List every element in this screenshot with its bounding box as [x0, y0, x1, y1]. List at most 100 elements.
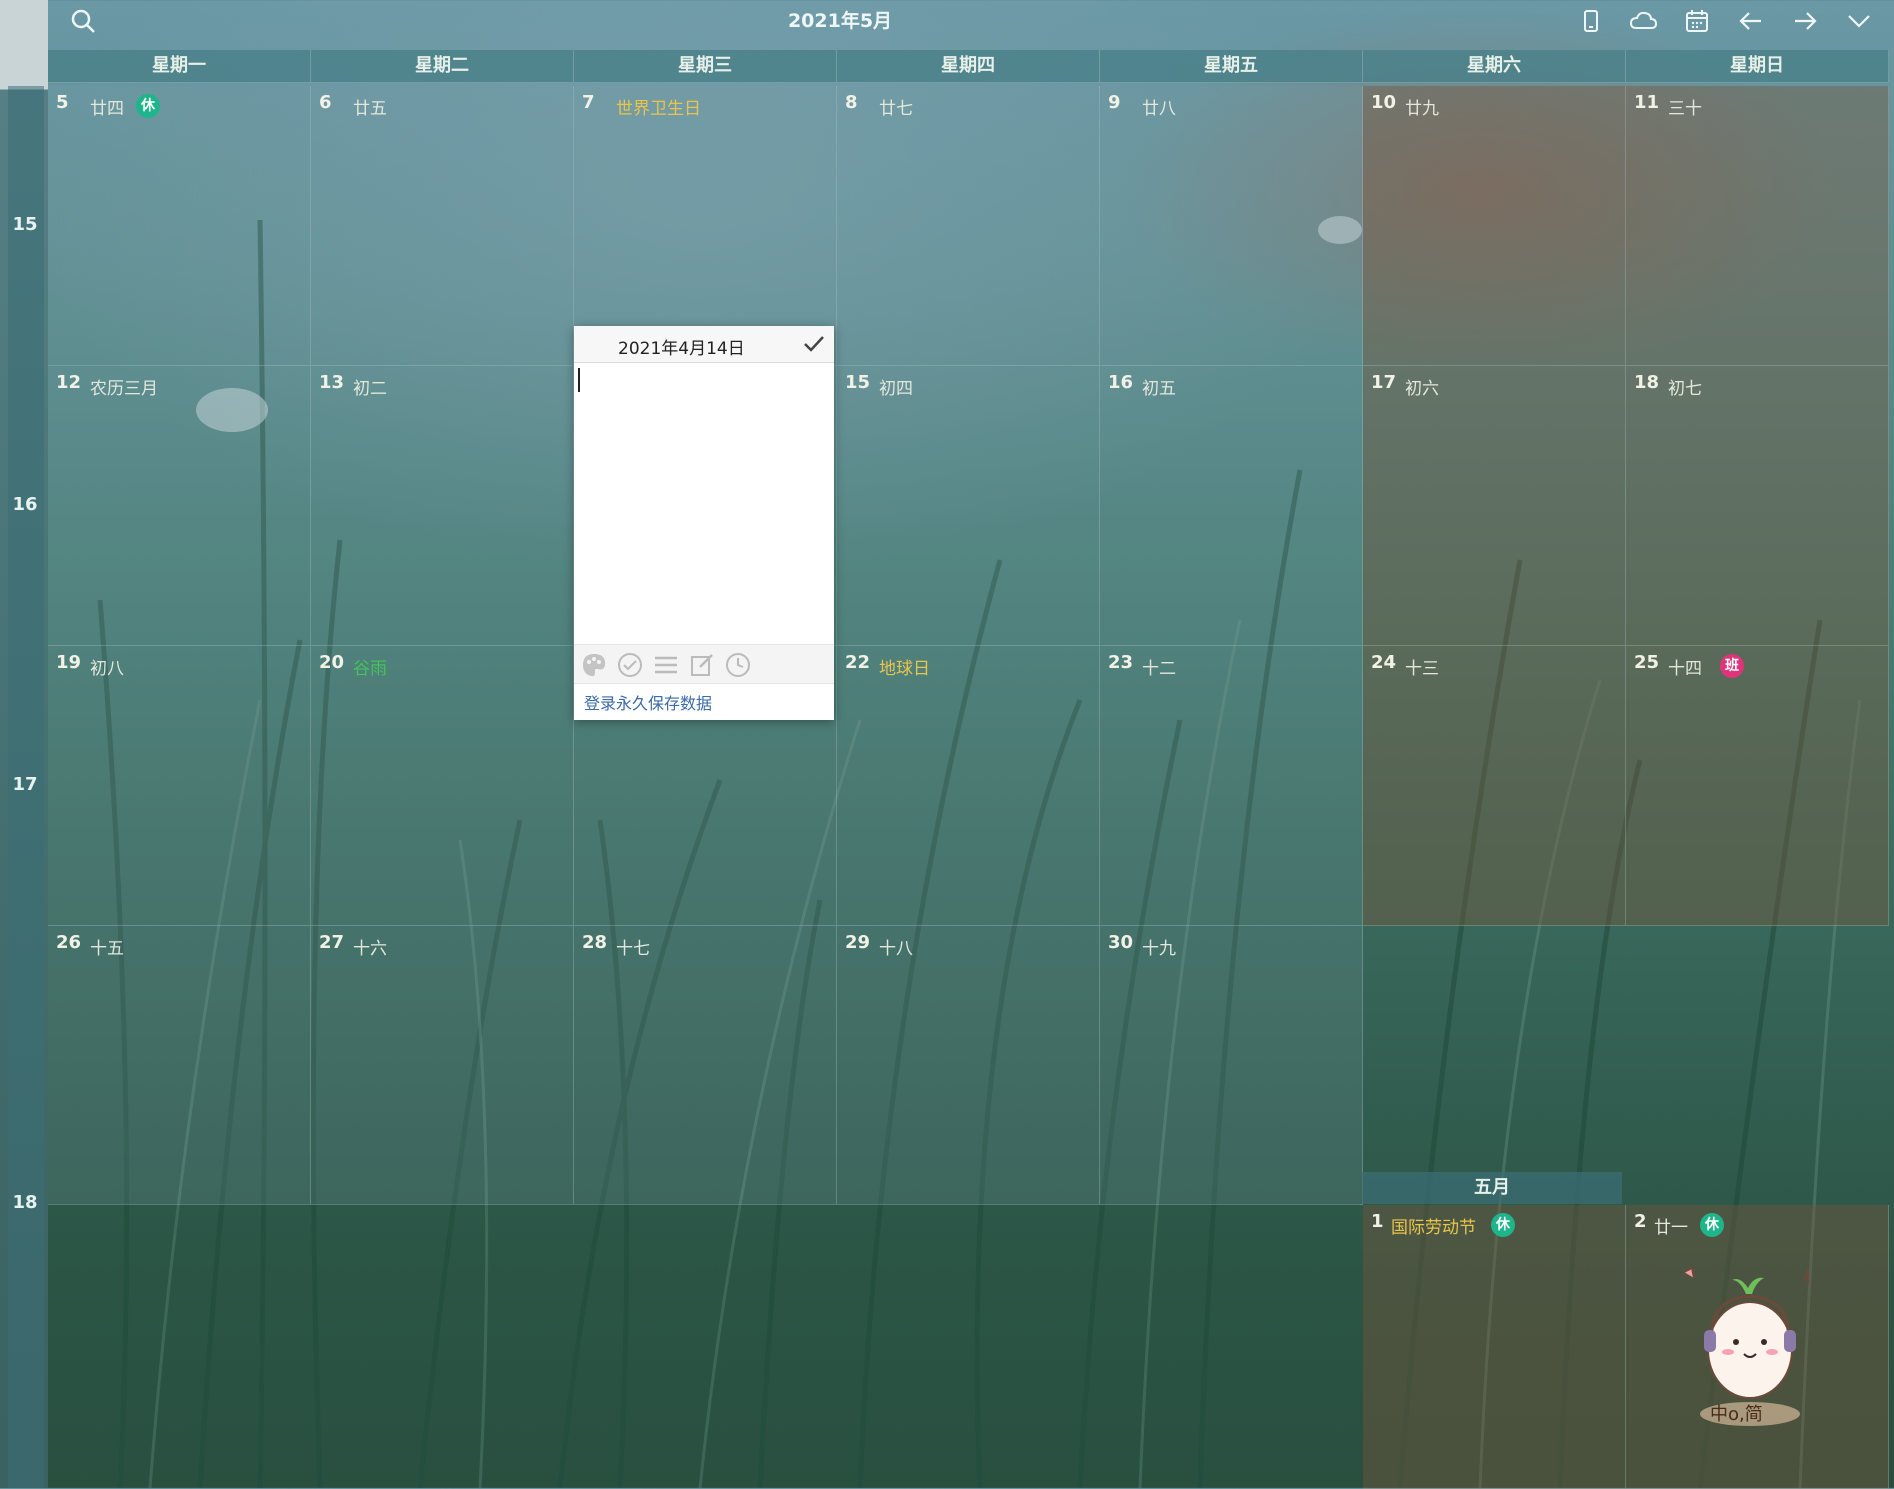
phone-icon[interactable]	[1576, 6, 1606, 36]
day-cell[interactable]: 6 廿五	[311, 86, 574, 366]
festival-label: 世界卫生日	[616, 99, 701, 119]
lunar-date: 廿一	[1654, 1218, 1688, 1238]
solar-term-label: 谷雨	[353, 659, 387, 679]
palette-icon[interactable]	[580, 651, 608, 679]
day-number: 19	[56, 652, 82, 673]
mascot-caption: 中o,简	[1710, 1404, 1763, 1425]
day-cell[interactable]: 15 初四	[837, 366, 1100, 646]
day-cell[interactable]: 27 十六	[311, 926, 574, 1205]
day-number: 10	[1371, 92, 1397, 113]
weekday-header: 星期六	[1363, 50, 1626, 83]
month-title[interactable]: 2021年5月	[760, 6, 920, 33]
day-cell[interactable]: 5 廿四 休	[48, 86, 311, 366]
lunar-date: 廿八	[1142, 99, 1176, 119]
top-toolbar: 2021年5月	[0, 0, 1894, 48]
day-number: 29	[845, 932, 871, 953]
holiday-badge: 休	[1491, 1213, 1515, 1237]
day-number: 9	[1108, 92, 1121, 113]
day-cell[interactable]: 7 世界卫生日	[574, 86, 837, 366]
weekday-header: 星期二	[311, 50, 574, 83]
day-cell[interactable]: 29 十八	[837, 926, 1100, 1205]
lunar-date: 农历三月	[90, 379, 158, 399]
lunar-date: 初六	[1405, 379, 1439, 399]
weekday-header: 星期一	[48, 50, 311, 83]
weekday-header: 星期四	[837, 50, 1100, 83]
lunar-date: 廿九	[1405, 99, 1439, 119]
chevron-down-icon[interactable]	[1844, 6, 1874, 36]
day-number: 27	[319, 932, 345, 953]
workday-badge: 班	[1720, 654, 1744, 678]
lunar-date: 初五	[1142, 379, 1176, 399]
next-month-label: 五月	[1362, 1172, 1622, 1204]
festival-label: 地球日	[879, 659, 930, 679]
lunar-date: 三十	[1668, 99, 1702, 119]
day-cell[interactable]: 16 初五	[1100, 366, 1363, 646]
lunar-date: 十七	[616, 939, 650, 959]
arrow-right-icon[interactable]	[1790, 6, 1820, 36]
weekday-header: 星期五	[1100, 50, 1363, 83]
day-cell[interactable]: 13 初二	[311, 366, 574, 646]
lunar-date: 廿四	[90, 99, 124, 119]
calendar-icon[interactable]	[1682, 6, 1712, 36]
lunar-date: 初七	[1668, 379, 1702, 399]
day-cell[interactable]: 23 十二	[1100, 646, 1363, 926]
day-number: 20	[319, 652, 345, 673]
week-number: 18	[12, 1192, 38, 1213]
week-number: 16	[12, 494, 38, 515]
day-number: 26	[56, 932, 82, 953]
day-cell[interactable]: 11 三十	[1626, 86, 1889, 366]
lunar-date: 十六	[353, 939, 387, 959]
day-cell[interactable]: 9 廿八	[1100, 86, 1363, 366]
day-cell[interactable]: 17 初六	[1363, 366, 1626, 646]
day-number: 24	[1371, 652, 1397, 673]
mascot-sticker: 中o,简	[1680, 1250, 1820, 1430]
day-cell[interactable]: 26 十五	[48, 926, 311, 1205]
day-cell[interactable]: 12 农历三月	[48, 366, 311, 646]
edit-icon[interactable]	[688, 651, 716, 679]
arrow-left-icon[interactable]	[1736, 6, 1766, 36]
day-cell[interactable]: 19 初八	[48, 646, 311, 926]
day-cell[interactable]: 8 廿七	[837, 86, 1100, 366]
day-number: 8	[845, 92, 858, 113]
day-number: 28	[582, 932, 608, 953]
weekday-header: 星期日	[1626, 50, 1889, 83]
login-link[interactable]: 登录永久保存数据	[584, 690, 712, 714]
check-icon[interactable]	[802, 332, 826, 356]
day-cell[interactable]: 18 初七	[1626, 366, 1889, 646]
lunar-date: 十二	[1142, 659, 1176, 679]
lunar-date: 初四	[879, 379, 913, 399]
day-number: 16	[1108, 372, 1134, 393]
lunar-date: 初八	[90, 659, 124, 679]
popup-date: 2021年4月14日	[618, 339, 745, 359]
weekday-header: 星期三	[574, 50, 837, 83]
week-number: 17	[12, 774, 38, 795]
day-cell[interactable]: 24 十三	[1363, 646, 1626, 926]
lunar-date: 廿七	[879, 99, 913, 119]
cloud-icon[interactable]	[1628, 6, 1658, 36]
day-cell[interactable]: 25 十四 班	[1626, 646, 1889, 926]
day-number: 23	[1108, 652, 1134, 673]
day-number: 11	[1634, 92, 1660, 113]
lunar-date: 十五	[90, 939, 124, 959]
day-cell[interactable]: 28 十七	[574, 926, 837, 1205]
day-number: 13	[319, 372, 345, 393]
day-cell[interactable]: 10 廿九	[1363, 86, 1626, 366]
festival-label: 国际劳动节	[1391, 1218, 1476, 1238]
day-number: 25	[1634, 652, 1660, 673]
note-text-area[interactable]	[578, 368, 580, 392]
popup-header: 2021年4月14日	[574, 326, 834, 363]
lunar-date: 十四	[1668, 659, 1702, 679]
day-number: 2	[1634, 1211, 1647, 1232]
clock-icon[interactable]	[724, 651, 752, 679]
check-circle-icon[interactable]	[616, 651, 644, 679]
note-popup: 2021年4月14日 登录永久保存数据	[574, 326, 834, 720]
lunar-date: 十三	[1405, 659, 1439, 679]
list-icon[interactable]	[652, 651, 680, 679]
day-cell[interactable]: 20 谷雨	[311, 646, 574, 926]
background-area	[48, 1204, 1360, 1488]
day-cell[interactable]: 30 十九	[1100, 926, 1363, 1205]
day-cell[interactable]: 1 国际劳动节 休	[1363, 1205, 1626, 1489]
search-icon[interactable]	[68, 6, 98, 36]
day-number: 5	[56, 92, 69, 113]
day-cell[interactable]: 22 地球日	[837, 646, 1100, 926]
